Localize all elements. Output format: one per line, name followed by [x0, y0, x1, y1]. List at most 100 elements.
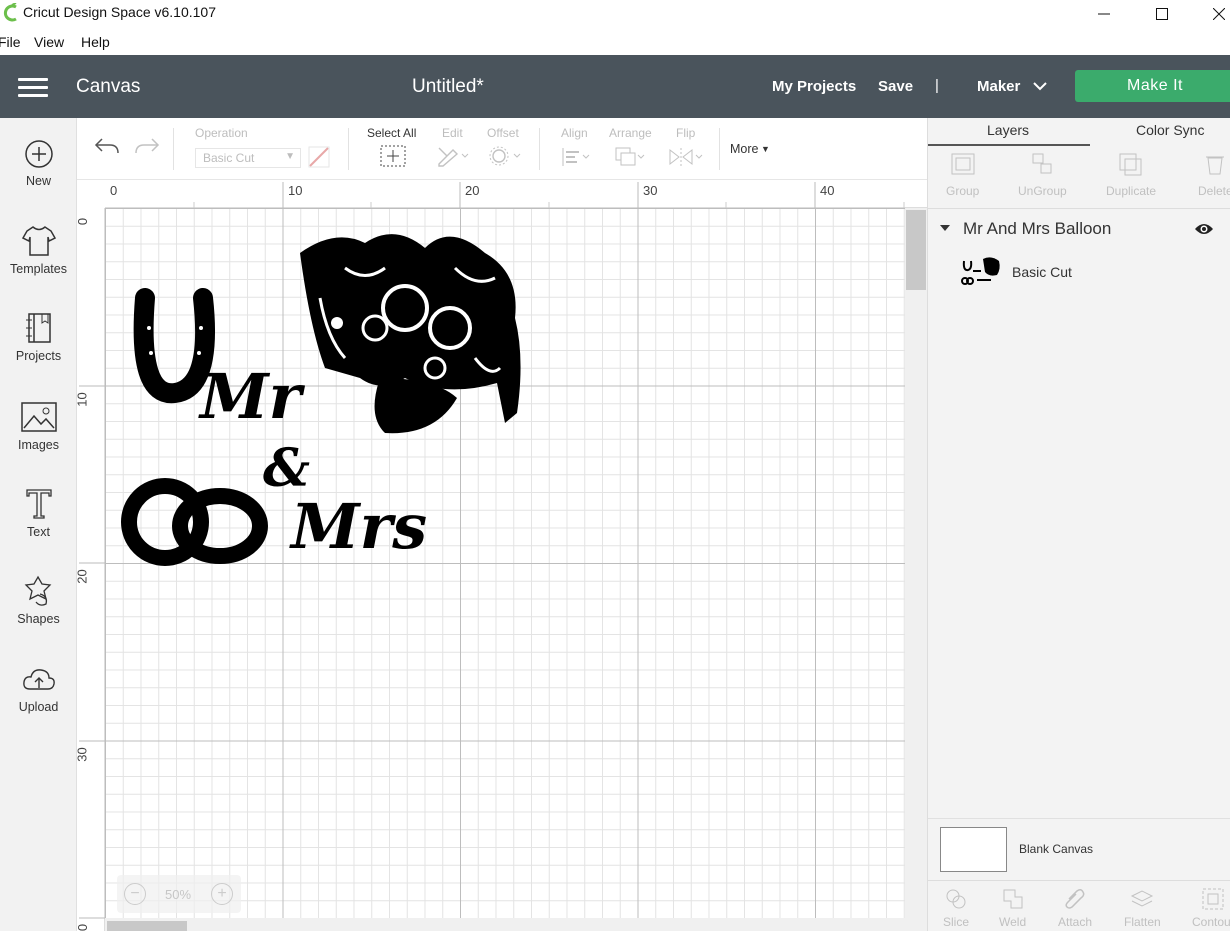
group-button[interactable]: Group: [946, 152, 979, 198]
sidebar-item-upload[interactable]: Upload: [0, 664, 77, 714]
flatten-label: Flatten: [1124, 915, 1161, 929]
toolbar-divider: [719, 128, 720, 170]
save-button[interactable]: Save: [878, 78, 913, 95]
ruler-horizontal: 0 10 20 30 40: [105, 180, 927, 208]
tab-layers[interactable]: Layers: [987, 122, 1029, 138]
sidebar-item-label: Images: [18, 438, 59, 452]
flip-icon[interactable]: [668, 146, 706, 168]
menu-file[interactable]: File: [0, 34, 21, 50]
ruler-ticks-horizontal: [193, 182, 905, 208]
scrollbar-thumb[interactable]: [906, 210, 926, 290]
hamburger-menu-icon[interactable]: [18, 78, 48, 98]
layer-row[interactable]: Basic Cut: [928, 255, 1230, 291]
menu-help[interactable]: Help: [81, 34, 110, 50]
sidebar-item-shapes[interactable]: Shapes: [0, 574, 77, 626]
edit-icon[interactable]: [436, 145, 470, 167]
duplicate-button[interactable]: Duplicate: [1106, 152, 1156, 198]
zoom-out-button[interactable]: −: [124, 883, 146, 905]
make-it-button[interactable]: Make It: [1075, 70, 1230, 102]
close-window-button[interactable]: [1196, 0, 1230, 28]
ruler-tick-label: 10: [288, 183, 303, 198]
ruler-tick-label: 0: [75, 923, 91, 931]
ruler-tick-label: 30: [643, 183, 658, 198]
chevron-down-icon[interactable]: [1032, 80, 1048, 92]
delete-label: Delete: [1198, 184, 1230, 198]
minimize-button[interactable]: [1081, 0, 1127, 28]
sidebar-item-label: Shapes: [17, 612, 60, 626]
minimize-icon: [1098, 13, 1110, 15]
toolbar-divider: [173, 128, 174, 170]
visibility-eye-icon[interactable]: [1194, 222, 1214, 236]
attach-button[interactable]: Attach: [1058, 887, 1092, 929]
sidebar-item-label: New: [25, 174, 51, 188]
machine-selector[interactable]: Maker: [977, 78, 1020, 95]
scrollbar-thumb[interactable]: [107, 921, 187, 931]
align-label: Align: [561, 126, 588, 140]
canvas-swatch[interactable]: [940, 827, 1007, 872]
zoom-control: − 50% +: [117, 875, 241, 913]
blank-canvas-label: Blank Canvas: [1019, 842, 1094, 856]
text-icon: [25, 489, 52, 519]
offset-label: Offset: [487, 126, 519, 140]
shapes-icon: [24, 575, 51, 606]
app-header: Canvas Untitled* My Projects Save | Make…: [0, 55, 1230, 118]
toolbar-divider: [348, 128, 349, 170]
layer-group-row[interactable]: Mr And Mrs Balloon: [928, 213, 1230, 243]
slice-label: Slice: [943, 915, 970, 929]
maximize-button[interactable]: [1139, 0, 1185, 28]
arrange-icon[interactable]: [614, 146, 648, 168]
select-arrow-icon: ▼: [285, 151, 295, 162]
select-all-icon[interactable]: [380, 145, 406, 167]
vertical-scrollbar[interactable]: [905, 208, 927, 931]
align-icon[interactable]: [561, 146, 593, 168]
zoom-level: 50%: [165, 887, 192, 902]
horizontal-scrollbar[interactable]: [105, 918, 905, 931]
ungroup-icon: [1032, 153, 1052, 174]
tab-color-sync[interactable]: Color Sync: [1136, 122, 1204, 138]
blank-canvas-row[interactable]: Blank Canvas: [928, 818, 1230, 880]
more-dropdown-icon[interactable]: ▼: [761, 144, 770, 154]
toolbar-divider: [539, 128, 540, 170]
sidebar-item-templates[interactable]: Templates: [0, 224, 77, 276]
more-button[interactable]: More: [730, 142, 758, 156]
maximize-icon: [1156, 8, 1168, 20]
flatten-icon: [1131, 890, 1154, 907]
contour-button[interactable]: Contour: [1192, 887, 1230, 929]
my-projects-link[interactable]: My Projects: [772, 78, 856, 95]
sidebar-item-text[interactable]: Text: [0, 487, 77, 539]
zoom-in-button[interactable]: +: [211, 883, 233, 905]
duplicate-icon: [1119, 153, 1142, 176]
undo-icon[interactable]: [94, 136, 120, 156]
slice-button[interactable]: Slice: [943, 887, 969, 929]
redo-icon[interactable]: [134, 136, 160, 156]
ungroup-button[interactable]: UnGroup: [1018, 152, 1067, 198]
collapse-triangle-icon[interactable]: [940, 225, 950, 231]
sidebar-item-new[interactable]: New: [0, 138, 77, 188]
section-title: Canvas: [76, 76, 141, 97]
operation-select[interactable]: Basic Cut ▼: [195, 148, 301, 168]
contour-label: Contour: [1192, 915, 1230, 929]
ruler-tick-label: 0: [75, 217, 91, 226]
select-all-label[interactable]: Select All: [367, 126, 416, 140]
ruler-vertical: 0 10 20 30 0: [74, 208, 105, 931]
menu-view[interactable]: View: [34, 34, 64, 50]
delete-button[interactable]: Delete: [1198, 152, 1230, 198]
flatten-button[interactable]: Flatten: [1124, 887, 1161, 929]
sidebar-item-label: Text: [27, 525, 50, 539]
layer-name: Basic Cut: [1012, 264, 1072, 280]
pen-color-icon[interactable]: [308, 146, 330, 168]
sidebar-item-projects[interactable]: Projects: [0, 311, 77, 363]
window-title: Cricut Design Space v6.10.107: [23, 4, 216, 20]
header-separator: |: [935, 77, 939, 94]
layer-group-name: Mr And Mrs Balloon: [963, 219, 1112, 238]
sidebar-item-label: Projects: [15, 349, 62, 363]
menu-bar: File View Help: [0, 28, 1230, 55]
operation-label: Operation: [195, 126, 248, 140]
ruler-tick-label: 30: [74, 747, 90, 762]
offset-icon[interactable]: [487, 145, 523, 167]
cricut-logo-icon: [3, 3, 17, 22]
weld-label: Weld: [999, 915, 1027, 929]
weld-button[interactable]: Weld: [999, 887, 1026, 929]
design-canvas[interactable]: [105, 208, 905, 918]
sidebar-item-images[interactable]: Images: [0, 400, 77, 452]
